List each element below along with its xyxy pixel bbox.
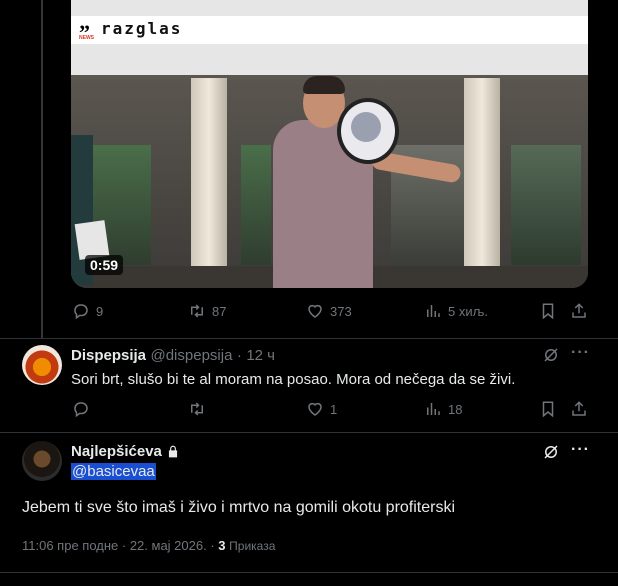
grok-button[interactable]: [542, 443, 560, 466]
grok-icon: [544, 348, 558, 362]
more-options-icon[interactable]: ···: [571, 344, 590, 362]
views-count: 18: [448, 401, 463, 417]
main-tweet-view-label: Приказа: [229, 539, 276, 553]
video-player[interactable]: ” NEWS razglas 0:59: [71, 0, 588, 288]
heart-icon: [308, 304, 322, 318]
more-options-icon[interactable]: ···: [571, 441, 590, 459]
reply-avatar[interactable]: [22, 345, 62, 385]
bookmark-icon: [542, 401, 554, 418]
bookmark-button[interactable]: [539, 302, 557, 320]
share-icon: [572, 401, 586, 416]
retweet-count: 87: [212, 303, 227, 319]
tweet-action-bar: 9 87 373 5 хиљ.: [72, 302, 592, 322]
like-count: 1: [330, 401, 338, 417]
heart-icon: [308, 402, 322, 416]
share-button[interactable]: [570, 400, 588, 418]
views-button[interactable]: 18: [424, 400, 462, 418]
brand-tag: NEWS: [79, 35, 94, 41]
views-count: 5 хиљ.: [448, 303, 488, 319]
retweet-button[interactable]: 87: [188, 302, 226, 320]
like-count: 373: [330, 303, 352, 319]
reply-text: Sori brt, slušo bi te al moram na posao.…: [71, 371, 516, 388]
video-window: [511, 145, 581, 265]
brand-quote-mark: ”: [79, 20, 90, 45]
share-icon: [572, 303, 586, 318]
megaphone-cone: [351, 112, 381, 142]
divider: [0, 432, 618, 433]
main-handle[interactable]: @basicevaa: [71, 463, 156, 480]
divider: [0, 572, 618, 573]
video-pillar: [191, 78, 227, 288]
video-pillar: [464, 78, 500, 288]
thread-connector-line: [41, 0, 43, 338]
reply-icon: [74, 402, 88, 418]
retweet-button[interactable]: [188, 400, 212, 418]
retweet-icon: [191, 304, 203, 318]
share-button[interactable]: [570, 302, 588, 320]
bookmark-button[interactable]: [539, 400, 557, 418]
reply-separator: ·: [236, 347, 242, 364]
grok-button[interactable]: [542, 346, 560, 369]
lock-icon: [168, 445, 177, 458]
reply-handle[interactable]: @dispepsija: [150, 347, 232, 364]
main-tweet-meta: 11:06 пре подне · 22. мај 2026. · 3 Прик…: [22, 538, 275, 553]
reply-count: 9: [96, 303, 104, 319]
brand-name: razglas: [101, 19, 183, 38]
like-button[interactable]: 1: [306, 400, 337, 418]
reply-header: Dispepsija @dispepsija · 12 ч: [71, 347, 275, 365]
main-tweet-avatar[interactable]: [22, 441, 62, 481]
views-icon: [427, 305, 440, 317]
video-duration: 0:59: [85, 255, 124, 275]
reply-button[interactable]: [72, 400, 96, 418]
main-display-name[interactable]: Najlepšićeva: [71, 443, 162, 460]
grok-icon: [544, 445, 558, 459]
main-tweet-view-count: 3: [218, 538, 226, 553]
main-tweet-timestamp[interactable]: 11:06 пре подне · 22. мај 2026. ·: [22, 538, 215, 553]
divider: [0, 338, 618, 339]
reply-display-name[interactable]: Dispepsija: [71, 347, 146, 364]
reply-button[interactable]: 9: [72, 302, 103, 320]
main-handle-wrap: @basicevaa: [71, 463, 156, 480]
video-window: [241, 145, 271, 265]
reply-time[interactable]: 12 ч: [246, 347, 275, 364]
bookmark-icon: [542, 303, 554, 320]
video-paper: [74, 220, 110, 260]
video-speaker-hair: [303, 76, 345, 94]
reply-action-bar: 1 18: [72, 400, 592, 420]
reply-icon: [74, 304, 88, 320]
main-tweet-header: Najlepšićeva: [71, 443, 180, 460]
views-icon: [427, 403, 440, 415]
views-button[interactable]: 5 хиљ.: [424, 302, 488, 320]
like-button[interactable]: 373: [306, 302, 352, 320]
main-tweet-text: Jebem ti sve što imaš i živo i mrtvo na …: [22, 499, 456, 516]
retweet-icon: [191, 402, 203, 416]
